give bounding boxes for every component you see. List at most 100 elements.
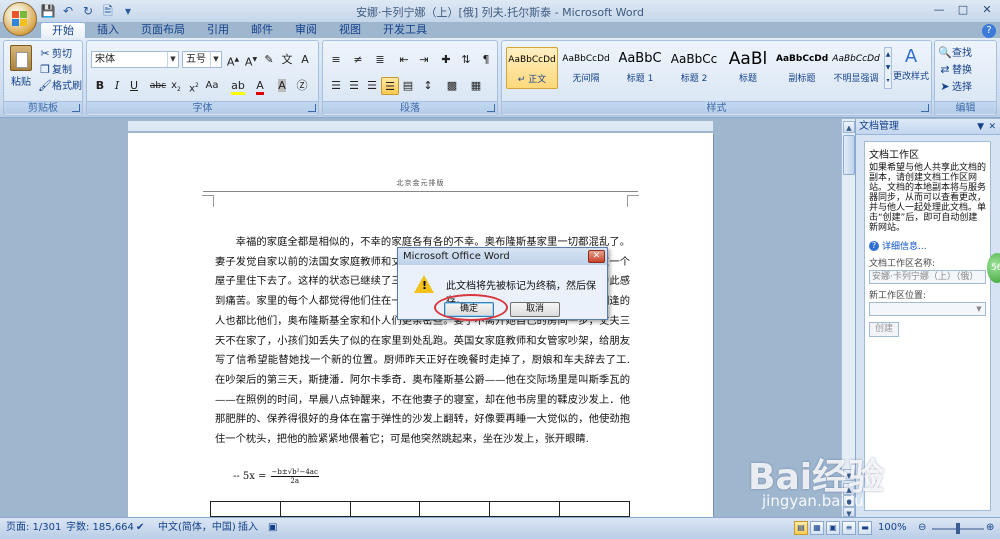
numbering-icon[interactable]: ≠ — [349, 51, 367, 69]
styles-scroll[interactable]: ▲ ▼ ▾ — [884, 47, 892, 89]
increase-indent-icon[interactable]: ⇥ — [415, 51, 433, 69]
style-title[interactable]: AaBl 标题 — [722, 47, 774, 89]
floating-bubble-icon[interactable]: 56 — [987, 253, 1000, 283]
draft-view-icon[interactable]: ▬ — [858, 521, 872, 535]
superscript-icon[interactable]: x2 — [185, 77, 203, 95]
paragraph-launcher-icon[interactable] — [487, 104, 495, 112]
tab-developer[interactable]: 开发工具 — [372, 22, 438, 38]
maximize-icon[interactable]: □ — [952, 2, 974, 18]
shading-icon[interactable]: ▩ — [443, 77, 461, 95]
tab-insert[interactable]: 插入 — [86, 22, 130, 38]
phonetic-guide-icon[interactable]: 文 — [278, 51, 296, 69]
table-cell[interactable] — [560, 502, 629, 516]
page-count[interactable]: 页面: 1/301 — [6, 518, 61, 538]
document-page[interactable]: 北京金元排版 幸福的家庭全都是相似的，不幸的家庭各有各的不幸。奥布隆斯基家里一切… — [128, 133, 713, 517]
character-border-icon[interactable]: A — [296, 51, 314, 69]
workspace-name-input[interactable]: 安娜·卡列宁娜（上）（俄） — [869, 270, 986, 284]
dialog-close-icon[interactable]: ✕ — [588, 250, 605, 263]
chevron-down-icon[interactable]: ▼ — [973, 303, 985, 315]
font-name-combo[interactable]: 宋体 ▼ — [91, 51, 179, 68]
clipboard-launcher-icon[interactable] — [72, 104, 80, 112]
style-heading-2[interactable]: AaBbCc 标题 2 — [668, 47, 720, 89]
font-color-icon[interactable]: A — [251, 77, 269, 95]
decrease-indent-icon[interactable]: ⇤ — [395, 51, 413, 69]
cancel-button[interactable]: 取消 — [510, 302, 560, 317]
scroll-up-icon[interactable]: ▲ — [843, 121, 855, 133]
zoom-slider-thumb[interactable] — [956, 523, 960, 534]
distributed-icon[interactable]: ▤ — [399, 77, 417, 95]
scroll-thumb[interactable] — [843, 135, 855, 175]
chinese-layout-icon[interactable]: ✚ — [437, 51, 455, 69]
align-left-icon[interactable]: ☰ — [327, 77, 345, 95]
strikethrough-icon[interactable]: abc — [149, 77, 167, 95]
multilevel-list-icon[interactable]: ≣ — [371, 51, 389, 69]
subscript-icon[interactable]: x2 — [167, 77, 185, 95]
copy-button[interactable]: ❐ 复制 — [38, 61, 72, 77]
pane-menu-icon[interactable]: ▼ — [977, 119, 984, 135]
style-normal[interactable]: AaBbCcDd ↵ 正文 — [506, 47, 558, 89]
sort-icon[interactable]: ⇅ — [457, 51, 475, 69]
font-size-combo[interactable]: 五号 ▼ — [182, 51, 222, 68]
format-painter-button[interactable]: 🖌格式刷 — [38, 77, 82, 93]
full-screen-reading-icon[interactable]: ▦ — [810, 521, 824, 535]
replace-button[interactable]: ⇄ 替换 — [938, 61, 972, 77]
more-info-link[interactable]: ? 详细信息... — [869, 239, 986, 252]
tab-references[interactable]: 引用 — [196, 22, 240, 38]
office-button[interactable] — [3, 2, 37, 36]
cut-button[interactable]: ✂ 剪切 — [38, 45, 72, 61]
web-layout-icon[interactable]: ▣ — [826, 521, 840, 535]
character-shading-icon[interactable]: A — [273, 77, 291, 95]
zoom-in-icon[interactable]: ⊕ — [986, 518, 994, 538]
justify-icon[interactable]: ☰ — [381, 77, 399, 95]
style-subtle-emphasis[interactable]: AaBbCcDd 不明显强调 — [830, 47, 882, 89]
tab-mailings[interactable]: 邮件 — [240, 22, 284, 38]
align-right-icon[interactable]: ☰ — [363, 77, 381, 95]
underline-icon[interactable]: U — [125, 77, 143, 95]
clear-format-icon[interactable]: ✎ — [260, 51, 278, 69]
table-cell[interactable] — [211, 502, 281, 516]
tab-home[interactable]: 开始 — [40, 22, 86, 38]
outline-view-icon[interactable]: ≡ — [842, 521, 856, 535]
pane-close-icon[interactable]: ✕ — [988, 119, 996, 135]
font-launcher-icon[interactable] — [308, 104, 316, 112]
align-center-icon[interactable]: ☰ — [345, 77, 363, 95]
create-button[interactable]: 创建 — [869, 322, 900, 337]
tab-view[interactable]: 视图 — [328, 22, 372, 38]
select-button[interactable]: ➤ 选择 — [938, 78, 972, 94]
borders-icon[interactable]: ▦ — [467, 77, 485, 95]
table-cell[interactable] — [281, 502, 351, 516]
insert-mode[interactable]: 插入 — [238, 518, 258, 538]
close-icon[interactable]: ✕ — [976, 2, 998, 18]
word-count[interactable]: 字数: 185,664 — [66, 518, 134, 538]
help-icon[interactable]: ? — [982, 24, 996, 38]
workspace-location-select[interactable]: ▼ — [869, 302, 986, 316]
language-indicator[interactable]: 中文(简体，中国) — [158, 518, 236, 538]
font-name-dropdown-icon[interactable]: ▼ — [167, 52, 178, 67]
tab-page-layout[interactable]: 页面布局 — [130, 22, 196, 38]
line-spacing-icon[interactable]: ↕ — [419, 77, 437, 95]
enclose-characters-icon[interactable]: Ⓩ — [293, 77, 311, 95]
horizontal-ruler[interactable] — [128, 121, 713, 131]
bullets-icon[interactable]: ≡ — [327, 51, 345, 69]
style-no-spacing[interactable]: AaBbCcDd 无间隔 — [560, 47, 612, 89]
bold-icon[interactable]: B — [91, 77, 109, 95]
show-marks-icon[interactable]: ¶ — [477, 51, 495, 69]
shrink-font-icon[interactable]: A▼ — [242, 51, 260, 69]
change-case-icon[interactable]: Aa — [203, 77, 221, 95]
table-cell[interactable] — [490, 502, 561, 516]
print-layout-view-icon[interactable]: ▤ — [794, 521, 808, 535]
find-button[interactable]: 🔍查找 — [938, 44, 972, 60]
style-heading-1[interactable]: AaBbC 标题 1 — [614, 47, 666, 89]
styles-launcher-icon[interactable] — [921, 104, 929, 112]
italic-icon[interactable]: I — [108, 77, 126, 95]
style-subtitle[interactable]: AaBbCcDd 副标题 — [776, 47, 828, 89]
minimize-icon[interactable]: — — [928, 2, 950, 18]
table-cell[interactable] — [420, 502, 491, 516]
font-size-dropdown-icon[interactable]: ▼ — [210, 52, 221, 67]
highlight-icon[interactable]: ab — [229, 77, 247, 95]
grow-font-icon[interactable]: A▲ — [224, 51, 242, 69]
table-cell[interactable] — [351, 502, 421, 516]
paste-button[interactable]: 粘贴 — [8, 45, 34, 88]
change-styles-button[interactable]: A 更改样式 — [892, 45, 930, 82]
zoom-level[interactable]: 100% — [878, 518, 907, 538]
